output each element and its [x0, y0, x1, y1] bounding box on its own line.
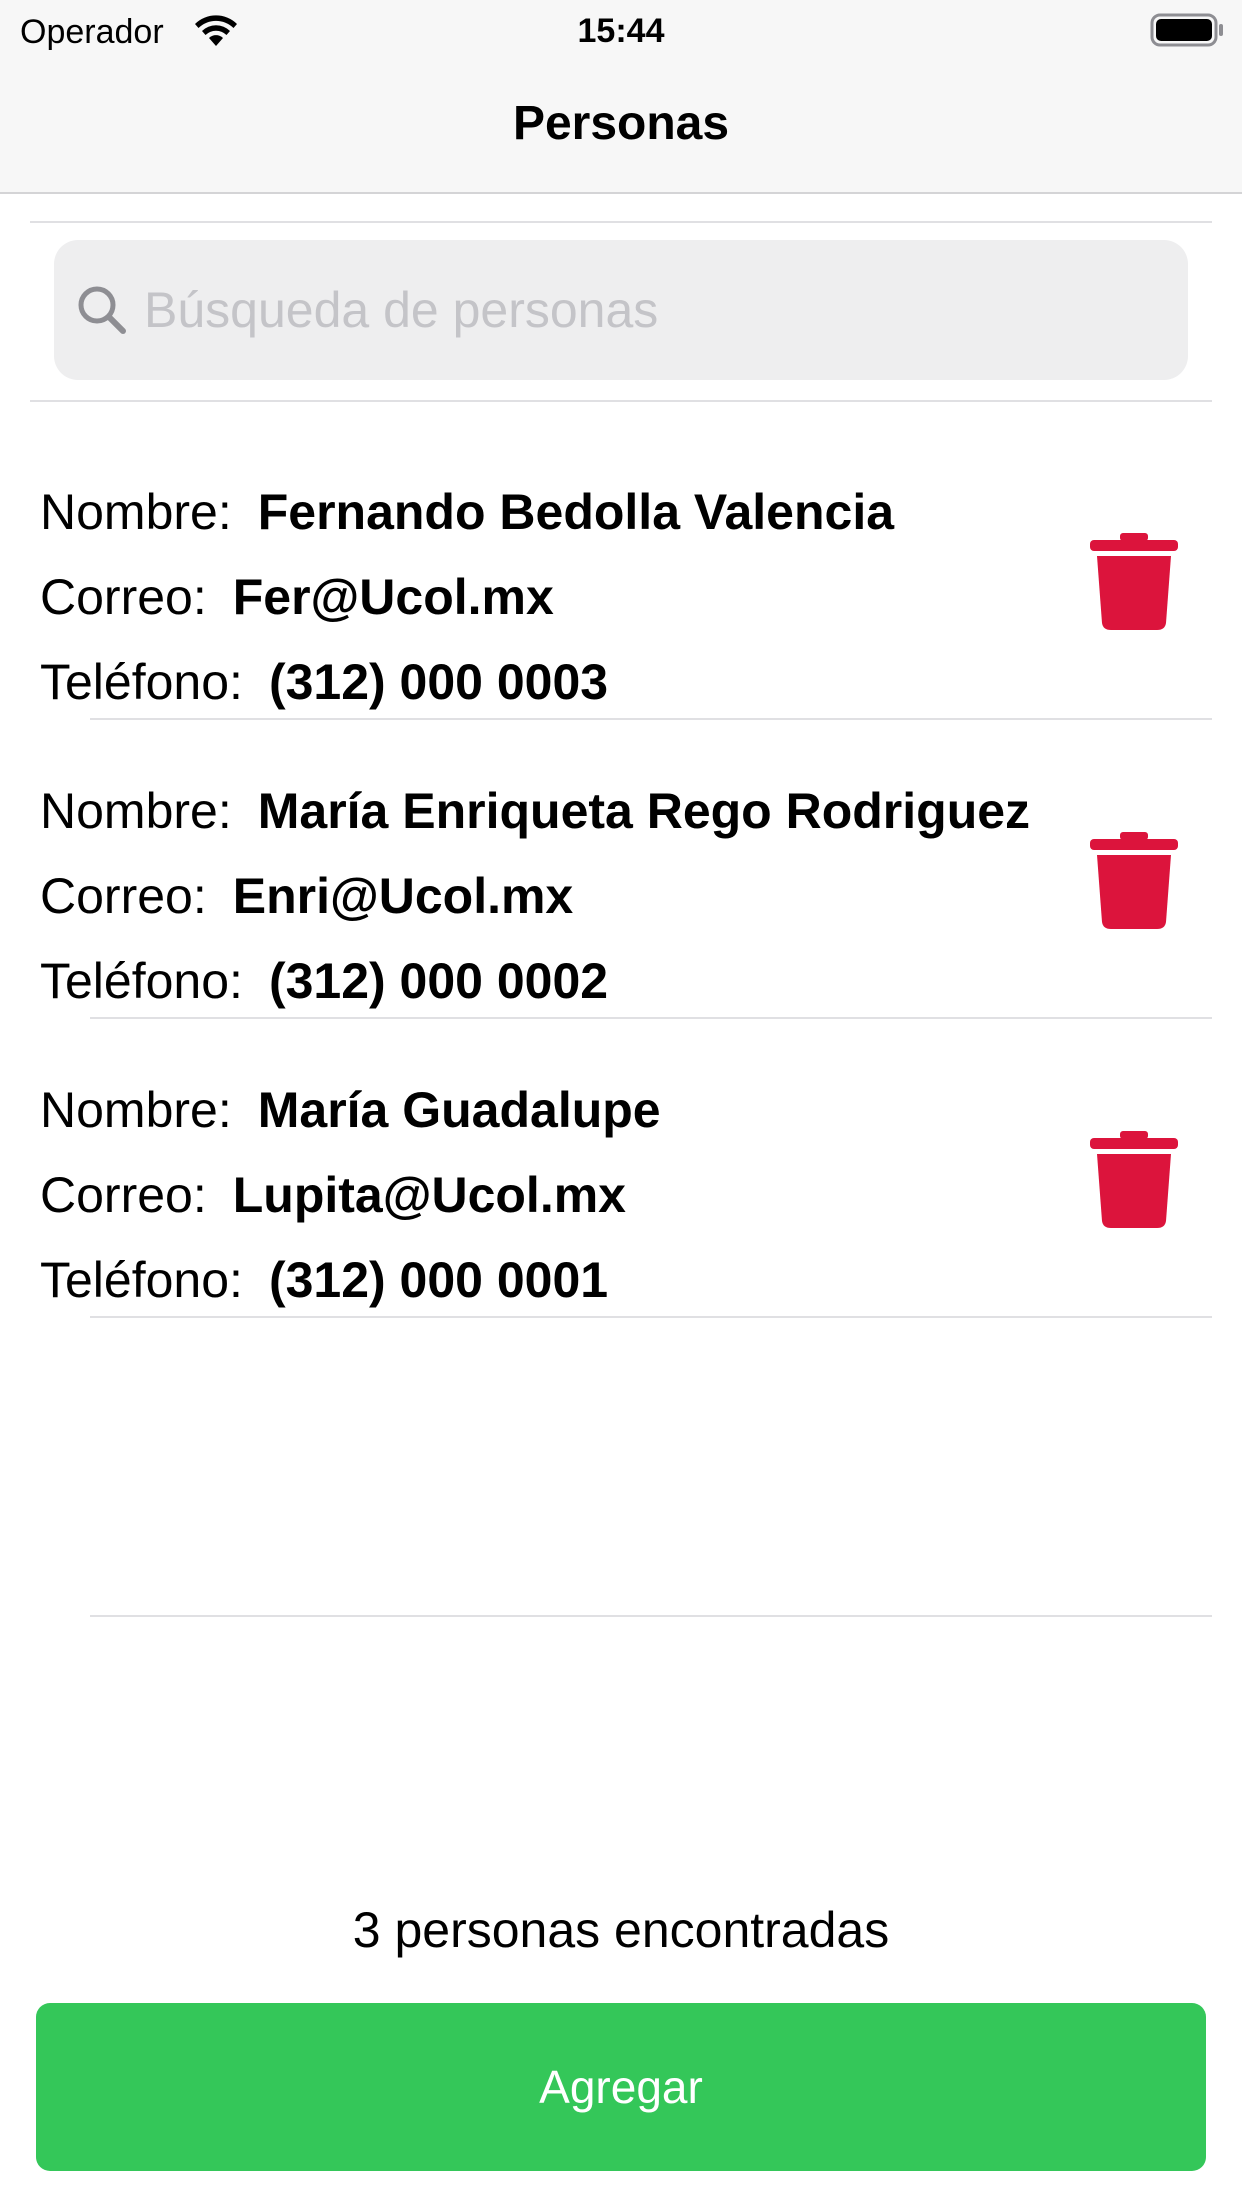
name-line: Nombre: María Guadalupe: [40, 1080, 661, 1140]
email-label: Correo:: [40, 1167, 207, 1223]
phone-line: Teléfono: (312) 000 0002: [40, 951, 608, 1011]
person-phone: (312) 000 0001: [268, 1252, 609, 1308]
row-divider: [90, 718, 1212, 720]
person-phone: (312) 000 0003: [268, 654, 609, 710]
phone-label: Teléfono:: [40, 953, 243, 1009]
name-label: Nombre:: [40, 783, 232, 839]
row-divider: [90, 1316, 1212, 1318]
person-name: Fernando Bedolla Valencia: [257, 484, 895, 540]
name-line: Nombre: Fernando Bedolla Valencia: [40, 482, 894, 542]
list-item[interactable]: Nombre: María Guadalupe Correo: Lupita@Uco…: [0, 1054, 1242, 1352]
battery-full-icon: [1150, 13, 1223, 47]
trash-icon: [1090, 1131, 1178, 1228]
results-count: 3 personas encontradas: [352, 1902, 890, 1958]
search-input[interactable]: [144, 240, 1164, 380]
status-bar: Operador 15:44: [0, 0, 1242, 60]
list-item[interactable]: Nombre: María Enriqueta Rego Rodriguez Co…: [0, 755, 1242, 1053]
row-divider: [90, 1017, 1212, 1019]
person-email: Fer@Ucol.mx: [232, 569, 554, 625]
delete-button[interactable]: [1086, 1129, 1182, 1229]
email-line: Correo: Lupita@Ucol.mx: [40, 1165, 626, 1225]
page-title: Personas: [512, 97, 730, 150]
divider: [30, 221, 1212, 223]
divider: [30, 400, 1212, 402]
row-divider: [90, 1615, 1212, 1617]
add-button[interactable]: Agregar: [36, 2003, 1206, 2171]
email-label: Correo:: [40, 868, 207, 924]
phone-label: Teléfono:: [40, 654, 243, 710]
email-line: Correo: Enri@Ucol.mx: [40, 866, 573, 926]
trash-icon: [1090, 832, 1178, 929]
trash-icon: [1090, 533, 1178, 630]
person-name: María Guadalupe: [257, 1082, 661, 1138]
person-email: Lupita@Ucol.mx: [232, 1167, 626, 1223]
person-email: Enri@Ucol.mx: [232, 868, 574, 924]
list-item[interactable]: Nombre: Fernando Bedolla Valencia Correo:…: [0, 456, 1242, 754]
phone-line: Teléfono: (312) 000 0001: [40, 1250, 608, 1310]
person-name: María Enriqueta Rego Rodriguez: [257, 783, 1031, 839]
phone-line: Teléfono: (312) 000 0003: [40, 652, 608, 712]
delete-button[interactable]: [1086, 830, 1182, 930]
delete-button[interactable]: [1086, 531, 1182, 631]
email-label: Correo:: [40, 569, 207, 625]
name-line: Nombre: María Enriqueta Rego Rodriguez: [40, 781, 1030, 841]
search-bar[interactable]: [54, 240, 1188, 380]
phone-label: Teléfono:: [40, 1252, 243, 1308]
email-line: Correo: Fer@Ucol.mx: [40, 567, 554, 627]
person-phone: (312) 000 0002: [268, 953, 609, 1009]
status-time: 15:44: [577, 12, 665, 50]
name-label: Nombre:: [40, 1082, 232, 1138]
navigation-bar: Personas: [0, 60, 1242, 194]
search-icon: [78, 286, 126, 334]
name-label: Nombre:: [40, 484, 232, 540]
